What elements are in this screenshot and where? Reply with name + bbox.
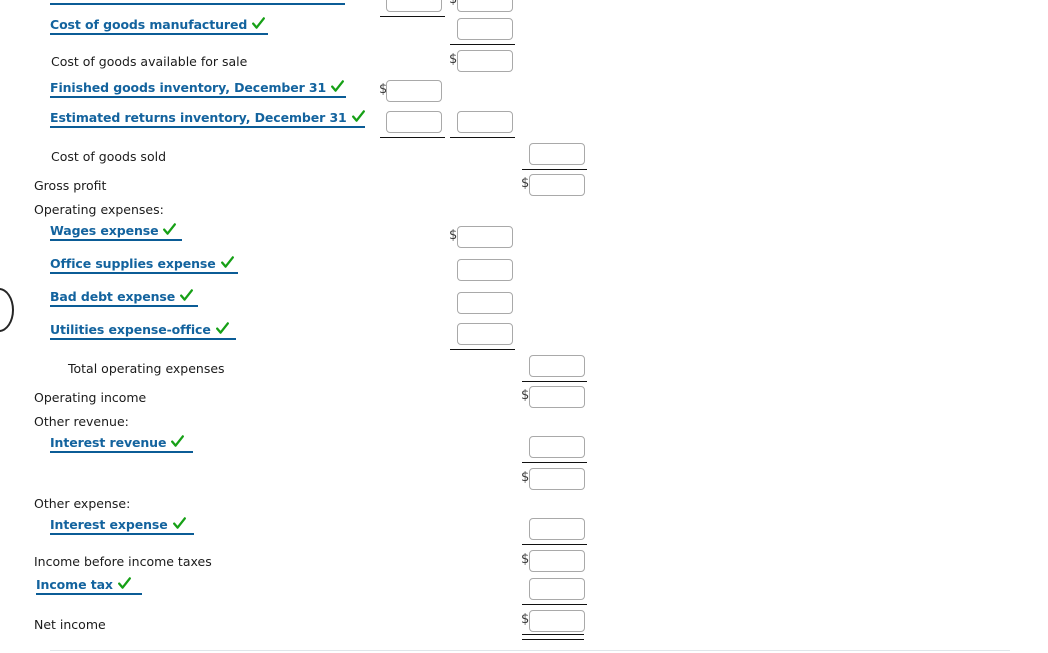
line-label-total-operating-expenses: Total operating expenses	[68, 361, 225, 376]
line-label-cost-of-goods-sold: Cost of goods sold	[51, 149, 167, 164]
amount-input-other-revenue-total[interactable]	[529, 468, 585, 490]
account-title-estimated-returns-inventory[interactable]: Estimated returns inventory, December 31	[50, 109, 365, 128]
subtotal-rule	[450, 137, 515, 138]
amount-input-interest-revenue[interactable]	[529, 436, 585, 458]
amount-input-income-tax[interactable]	[529, 578, 585, 600]
check-icon	[180, 289, 194, 302]
account-title-label: Interest revenue	[50, 435, 167, 450]
subtotal-rule	[522, 544, 587, 545]
amount-input-interest-expense[interactable]	[529, 518, 585, 540]
account-title-label: Cost of goods manufactured	[50, 17, 248, 32]
account-title-label: Interest expense	[50, 517, 168, 532]
check-icon	[163, 223, 177, 236]
amount-input-total-operating-expenses[interactable]	[529, 355, 585, 377]
subtotal-rule	[380, 137, 445, 138]
line-label-cost-of-goods-available-for-sale: Cost of goods available for sale	[51, 54, 248, 69]
amount-input-wages-expense[interactable]	[457, 226, 513, 248]
amount-input-cost-of-goods-available-for-sale[interactable]	[457, 50, 513, 72]
amount-input-income-before-income-taxes[interactable]	[529, 550, 585, 572]
check-icon	[215, 322, 229, 335]
amount-input-office-supplies-expense[interactable]	[457, 259, 513, 281]
amount-input-col2-top-partial[interactable]	[457, 0, 513, 12]
total-double-rule	[522, 634, 584, 640]
page-divider	[50, 650, 1010, 651]
account-title-finished-goods-inventory[interactable]: Finished goods inventory, December 31	[50, 79, 346, 98]
account-title-label: Office supplies expense	[50, 256, 216, 271]
amount-input-estimated-returns-col2[interactable]	[457, 111, 513, 133]
amount-input-estimated-returns-col1[interactable]	[386, 111, 442, 133]
subtotal-rule	[522, 462, 587, 463]
section-heading-other-revenue: Other revenue:	[34, 414, 129, 429]
account-title-interest-revenue[interactable]: Interest revenue	[50, 434, 193, 453]
line-label-income-before-income-taxes: Income before income taxes	[34, 554, 212, 569]
subtotal-rule	[522, 604, 587, 605]
amount-input-net-income[interactable]	[529, 610, 585, 632]
account-title-office-supplies-expense[interactable]: Office supplies expense	[50, 255, 238, 274]
amount-input-gross-profit[interactable]	[529, 174, 585, 196]
check-icon	[117, 577, 131, 590]
amount-input-cost-of-goods-sold[interactable]	[529, 143, 585, 165]
line-label-operating-income: Operating income	[34, 390, 147, 405]
subtotal-rule	[522, 381, 587, 382]
line-label-gross-profit: Gross profit	[34, 178, 107, 193]
check-icon	[331, 80, 345, 93]
account-title-label: Estimated returns inventory, December 31	[50, 110, 347, 125]
account-title-income-tax[interactable]: Income tax	[36, 576, 142, 595]
account-title-utilities-expense-office[interactable]: Utilities expense-office	[50, 321, 236, 340]
subtotal-rule	[380, 16, 445, 17]
amount-input-bad-debt-expense[interactable]	[457, 292, 513, 314]
account-title-label: Income tax	[36, 577, 113, 592]
account-title-interest-expense[interactable]: Interest expense	[50, 516, 194, 535]
account-title-cost-of-goods-manufactured[interactable]: Cost of goods manufactured	[50, 16, 268, 35]
amount-input-cost-of-goods-manufactured[interactable]	[457, 18, 513, 40]
account-title-wages-expense[interactable]: Wages expense	[50, 222, 182, 241]
check-icon	[220, 256, 234, 269]
check-icon	[252, 17, 266, 30]
amount-input-utilities-expense-office[interactable]	[457, 323, 513, 345]
line-label-net-income: Net income	[34, 617, 106, 632]
subtotal-rule	[450, 349, 515, 350]
subtotal-rule	[522, 169, 587, 170]
account-title-label: Utilities expense-office	[50, 322, 211, 337]
section-heading-other-expense: Other expense:	[34, 496, 131, 511]
section-heading-operating-expenses: Operating expenses:	[34, 202, 164, 217]
account-title-bad-debt-expense[interactable]: Bad debt expense	[50, 288, 198, 307]
check-icon	[351, 110, 365, 123]
edge-circle-decoration	[0, 288, 14, 332]
amount-input-col1-top-partial[interactable]	[386, 0, 442, 12]
account-title-label: Wages expense	[50, 223, 159, 238]
amount-input-finished-goods-inventory[interactable]	[386, 80, 442, 102]
amount-input-operating-income[interactable]	[529, 386, 585, 408]
check-icon	[171, 435, 185, 448]
account-title-rule-cutoff	[50, 3, 345, 5]
subtotal-rule	[450, 44, 515, 45]
account-title-label: Bad debt expense	[50, 289, 176, 304]
account-title-label: Finished goods inventory, December 31	[50, 80, 327, 95]
check-icon	[172, 517, 186, 530]
